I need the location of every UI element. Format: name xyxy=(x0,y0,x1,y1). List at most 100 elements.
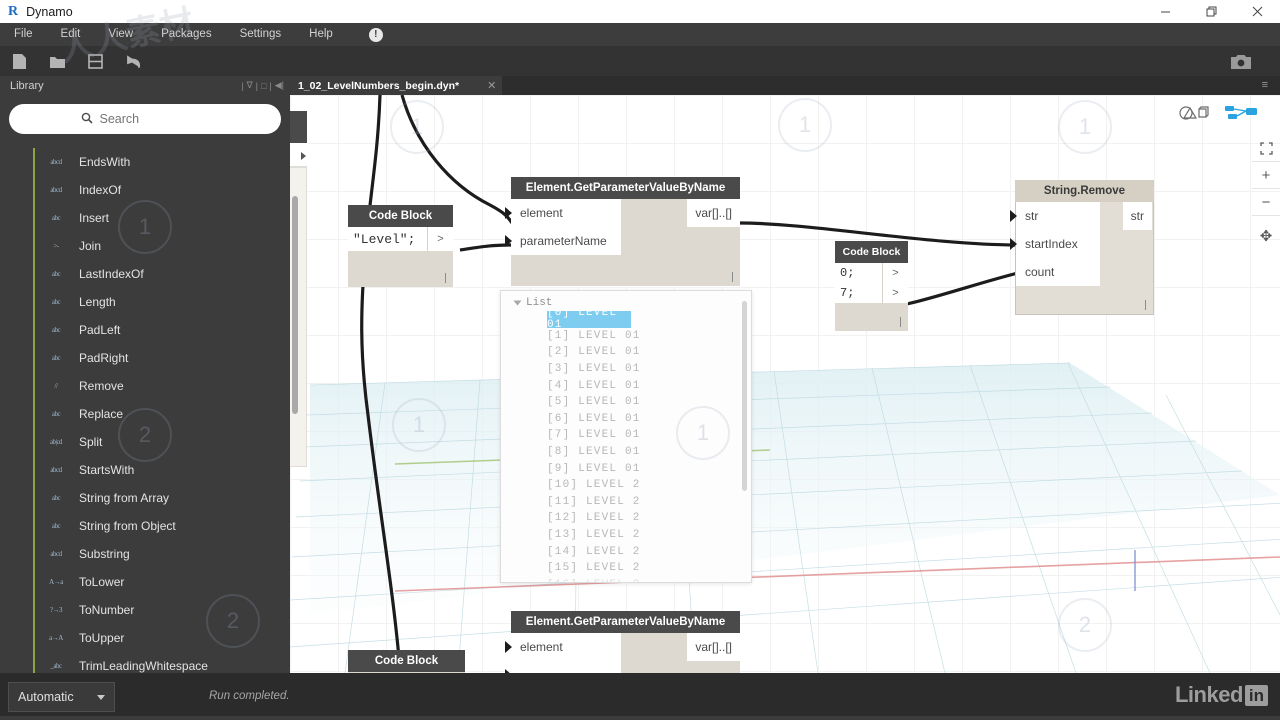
menu-item-packages[interactable]: Packages xyxy=(147,23,226,46)
pan-button[interactable]: ✥ xyxy=(1252,222,1280,249)
zoom-out-button[interactable]: − xyxy=(1252,189,1280,216)
code-block-output-port[interactable]: > xyxy=(882,283,908,303)
node-code-block-bottom[interactable]: Code Block xyxy=(348,650,465,673)
new-file-icon[interactable] xyxy=(0,46,38,76)
node-element-getparametervaluebyname-top[interactable]: Element.GetParameterValueByName element … xyxy=(505,177,740,286)
chevron-down-icon[interactable] xyxy=(513,300,522,306)
library-item-insert[interactable]: abc Insert xyxy=(0,204,290,232)
output-port-var[interactable]: var[]..[] xyxy=(687,633,740,661)
node-header: String.Remove xyxy=(1015,180,1154,202)
output-port-var[interactable]: var[]..[] xyxy=(687,199,740,227)
library-item-substring[interactable]: abcd Substring xyxy=(0,540,290,568)
zoom-to-fit-button[interactable] xyxy=(1252,135,1280,162)
list-item[interactable]: [9] LEVEL 01 xyxy=(501,460,751,477)
tab-levelnumbers[interactable]: 1_02_LevelNumbers_begin.dyn* ✕ xyxy=(290,76,503,95)
input-port-element[interactable]: element xyxy=(511,633,621,661)
menu-item-help[interactable]: Help xyxy=(295,23,347,46)
list-item[interactable]: [8] LEVEL 01 xyxy=(501,444,751,461)
input-port-count[interactable]: count xyxy=(1016,258,1100,286)
code-block-output-port[interactable]: > xyxy=(427,227,453,251)
list-preview-panel[interactable]: List [0] LEVEL 01 [1] LEVEL 01 [2] LEVEL… xyxy=(500,290,752,583)
node-port-row[interactable] xyxy=(290,143,307,167)
list-item[interactable]: [12] LEVEL 2 xyxy=(501,510,751,527)
library-item-endswith[interactable]: abcd EndsWith xyxy=(0,148,290,176)
expand-icon[interactable]: □ xyxy=(261,81,266,91)
code-block-text[interactable]: 7; xyxy=(835,283,882,303)
notification-icon[interactable]: ! xyxy=(368,27,383,42)
list-item[interactable]: [6] LEVEL 01 xyxy=(501,411,751,428)
node-string-remove[interactable]: String.Remove str str startIndex count xyxy=(1010,180,1154,315)
list-preview-scrollbar[interactable] xyxy=(742,301,747,491)
library-item-string-from-array[interactable]: abc String from Array xyxy=(0,484,290,512)
library-item-padright[interactable]: abc PadRight xyxy=(0,344,290,372)
hamburger-menu-icon[interactable]: ≡ xyxy=(1262,79,1268,92)
maximize-button[interactable] xyxy=(1188,0,1234,23)
list-item[interactable]: [4] LEVEL 01 xyxy=(501,377,751,394)
zoom-in-button[interactable]: + xyxy=(1252,162,1280,189)
close-button[interactable] xyxy=(1234,0,1280,23)
menu-item-settings[interactable]: Settings xyxy=(226,23,296,46)
node-code-block-level[interactable]: Code Block "Level"; > xyxy=(348,205,453,287)
list-item[interactable]: [15] LEVEL 2 xyxy=(501,560,751,577)
library-item-lastindexof[interactable]: abc LastIndexOf xyxy=(0,260,290,288)
list-item[interactable]: [14] LEVEL 2 xyxy=(501,543,751,560)
library-item-trimleadingwhitespace[interactable]: _abc TrimLeadingWhitespace xyxy=(0,652,290,673)
node-offscreen-left[interactable] xyxy=(290,111,307,467)
node-code-block-indices[interactable]: Code Block 0; > 7; > xyxy=(835,241,908,331)
code-block-output-port[interactable]: > xyxy=(882,263,908,283)
input-port-parametername[interactable]: parameterName xyxy=(511,227,621,255)
menu-item-view[interactable]: View xyxy=(94,23,147,46)
library-item-join[interactable]: >- Join xyxy=(0,232,290,260)
menu-item-file[interactable]: File xyxy=(0,23,47,46)
search-box[interactable] xyxy=(9,104,281,134)
library-item-tolower[interactable]: A→a ToLower xyxy=(0,568,290,596)
input-port-startindex[interactable]: startIndex xyxy=(1016,230,1100,258)
string-icon: abc xyxy=(51,214,61,222)
library-item-replace[interactable]: abc Replace xyxy=(0,400,290,428)
code-block-row[interactable]: 7; > xyxy=(835,283,908,303)
list-item[interactable]: [11] LEVEL 2 xyxy=(501,494,751,511)
library-item-startswith[interactable]: abcd StartsWith xyxy=(0,456,290,484)
close-icon[interactable]: ✕ xyxy=(487,79,496,92)
library-item-string-from-object[interactable]: abc String from Object xyxy=(0,512,290,540)
list-item[interactable]: [1] LEVEL 01 xyxy=(501,328,751,345)
list-item[interactable]: [0] LEVEL 01 xyxy=(547,307,631,331)
input-port-element[interactable]: element xyxy=(511,199,621,227)
list-item[interactable]: [2] LEVEL 01 xyxy=(501,344,751,361)
code-block-row[interactable]: "Level"; > xyxy=(348,227,453,251)
open-file-icon[interactable] xyxy=(38,46,76,76)
library-item-remove[interactable]: // Remove xyxy=(0,372,290,400)
library-item-indexof[interactable]: abcd IndexOf xyxy=(0,176,290,204)
library-item-toupper[interactable]: a→A ToUpper xyxy=(0,624,290,652)
undo-icon[interactable] xyxy=(114,46,152,76)
screenshot-camera-icon[interactable] xyxy=(1222,46,1260,76)
library-item-tonumber[interactable]: ?→3 ToNumber xyxy=(0,596,290,624)
search-input[interactable] xyxy=(99,112,210,126)
code-block-text[interactable]: "Level"; xyxy=(348,227,427,251)
list-item[interactable]: [16] LEVEL 2 xyxy=(501,577,751,582)
collapse-panel-icon[interactable]: ◀| xyxy=(275,80,284,91)
code-block-row[interactable]: 0; > xyxy=(835,263,908,283)
run-mode-dropdown[interactable]: Automatic xyxy=(8,682,115,712)
geometry-view-icon[interactable] xyxy=(1178,105,1210,126)
code-block-text[interactable]: 0; xyxy=(835,263,882,283)
node-element-getparametervaluebyname-bottom[interactable]: Element.GetParameterValueByName element … xyxy=(505,611,740,673)
filter-icon[interactable]: ∇ xyxy=(247,80,253,91)
list-item[interactable]: [7] LEVEL 01 xyxy=(501,427,751,444)
graph-canvas[interactable]: Code Block "Level"; > Element.GetParamet… xyxy=(290,95,1280,673)
output-port-str[interactable]: str xyxy=(1122,202,1152,230)
save-file-icon[interactable] xyxy=(76,46,114,76)
list-item[interactable]: [3] LEVEL 01 xyxy=(501,361,751,378)
minimize-button[interactable] xyxy=(1142,0,1188,23)
graph-view-icon[interactable] xyxy=(1224,105,1258,126)
library-item-length[interactable]: abc Length xyxy=(0,288,290,316)
node-preview-scrollbar[interactable] xyxy=(292,196,298,414)
list-item[interactable]: [13] LEVEL 2 xyxy=(501,527,751,544)
library-item-padleft[interactable]: abc PadLeft xyxy=(0,316,290,344)
viewport-nav-buttons: + − ✥ xyxy=(1252,135,1280,249)
input-port-str[interactable]: str xyxy=(1016,202,1100,230)
list-item[interactable]: [5] LEVEL 01 xyxy=(501,394,751,411)
list-item[interactable]: [10] LEVEL 2 xyxy=(501,477,751,494)
menu-item-edit[interactable]: Edit xyxy=(47,23,95,46)
library-item-split[interactable]: ab|cd Split xyxy=(0,428,290,456)
